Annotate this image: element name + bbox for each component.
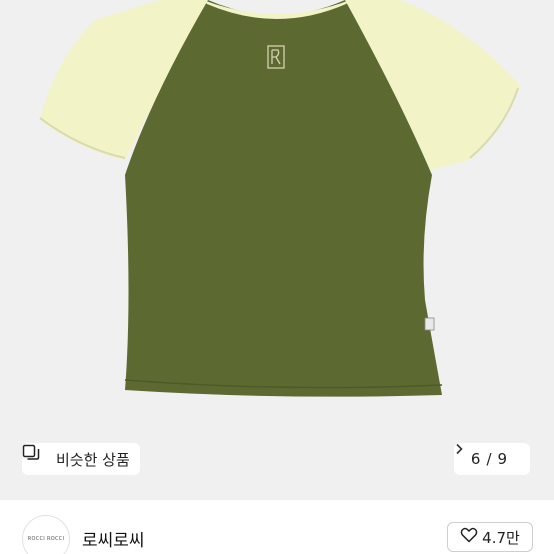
seller-bar: ROCCI ROCCI 로씨로씨 4.7만	[0, 500, 554, 554]
pager-current: 6	[470, 450, 481, 468]
avatar-text: ROCCI ROCCI	[27, 536, 65, 542]
pager-total: 9	[497, 450, 508, 468]
similar-items-button[interactable]: 비슷한 상품	[22, 443, 140, 475]
similar-items-label: 비슷한 상품	[56, 450, 130, 469]
seller-name[interactable]: 로씨로씨	[82, 526, 145, 551]
image-pager[interactable]: 6 / 9	[454, 443, 530, 475]
pager-separator: /	[486, 450, 492, 468]
like-count: 4.7만	[482, 528, 520, 547]
seller-avatar[interactable]: ROCCI ROCCI	[22, 515, 70, 554]
tshirt-illustration	[0, 0, 554, 500]
heart-outline-icon	[460, 527, 478, 547]
similar-items-icon	[22, 444, 50, 468]
product-image[interactable]: 비슷한 상품 6 / 9	[0, 0, 554, 500]
like-button[interactable]: 4.7만	[447, 522, 533, 552]
